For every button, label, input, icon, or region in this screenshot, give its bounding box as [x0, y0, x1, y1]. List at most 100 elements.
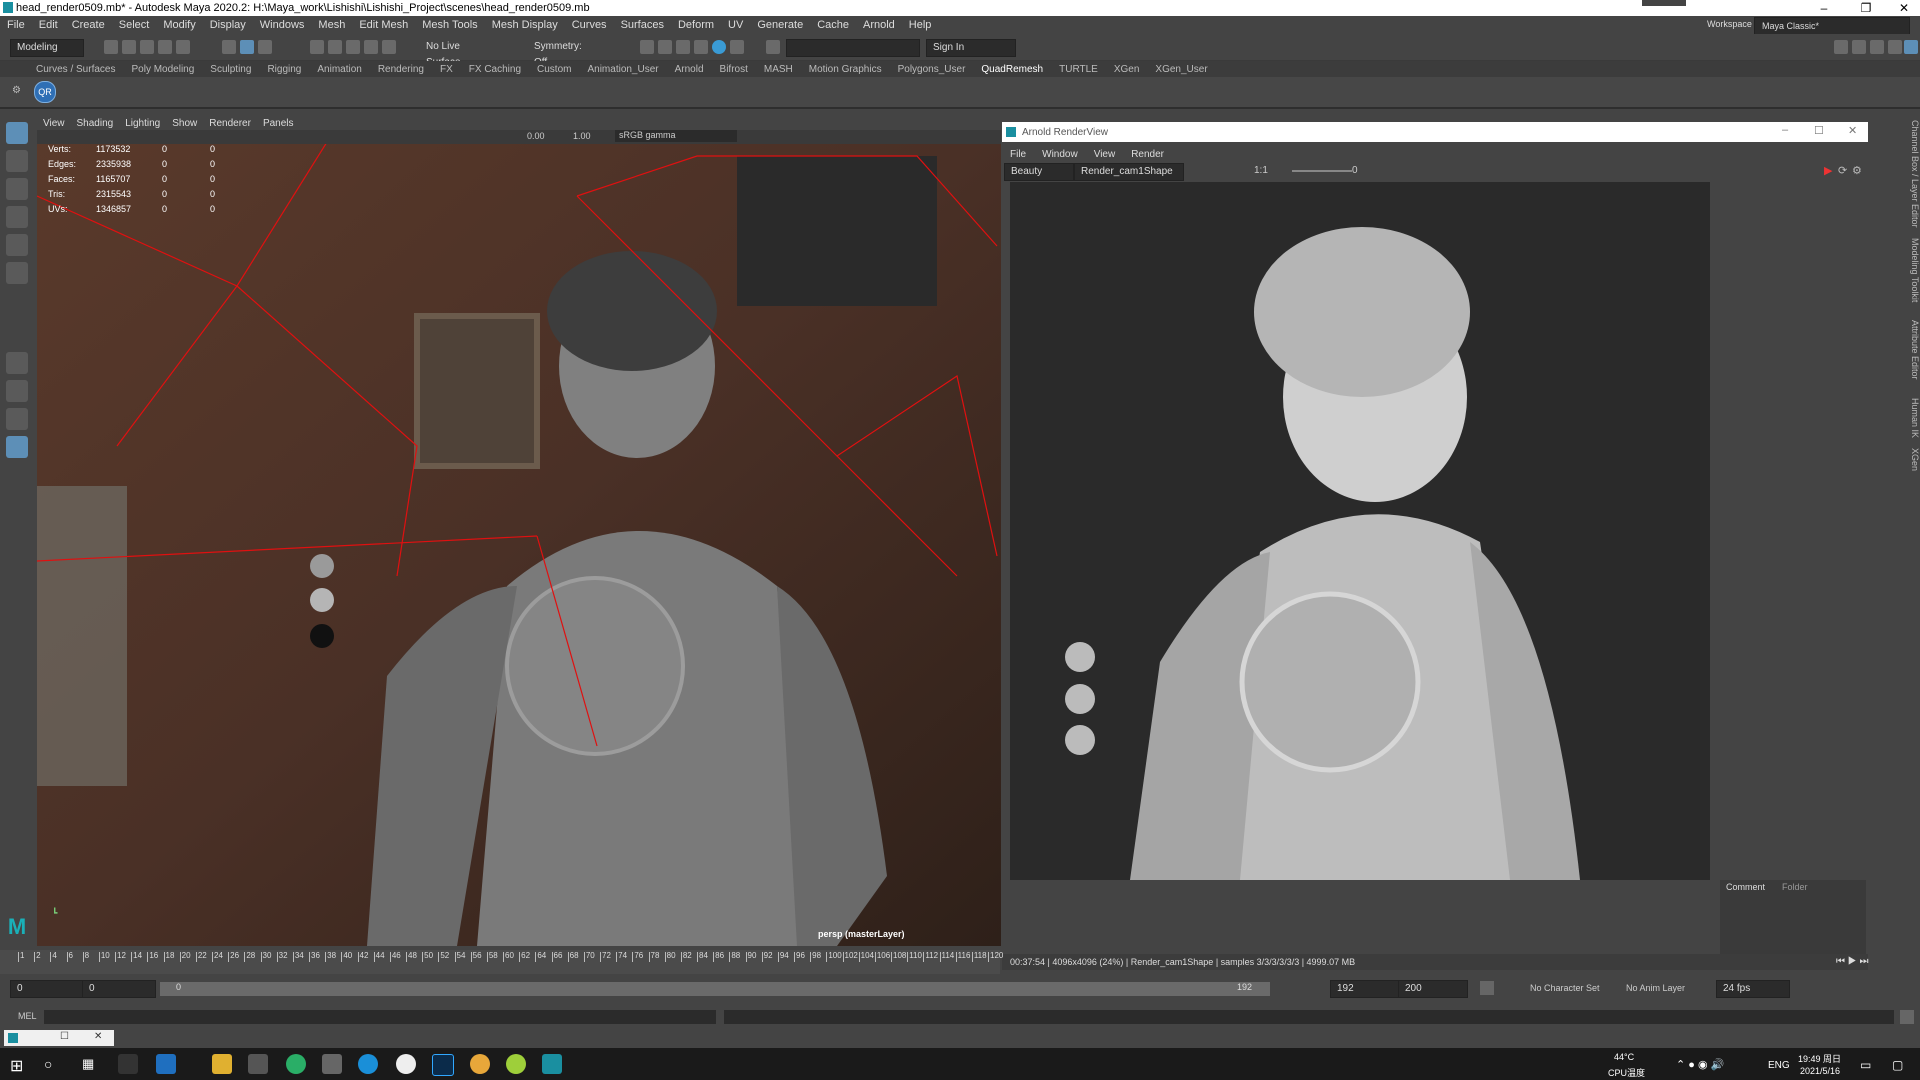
- shelf-tab-mash[interactable]: MASH: [756, 64, 801, 75]
- panel-toggle-icon[interactable]: [766, 40, 780, 54]
- render-sequence-icon[interactable]: [658, 40, 672, 54]
- file-explorer-icon[interactable]: [212, 1054, 232, 1074]
- menu-uv[interactable]: UV: [721, 19, 750, 31]
- notification-icon[interactable]: ▭: [1860, 1058, 1871, 1072]
- menu-windows[interactable]: Windows: [253, 19, 312, 31]
- menu-edit-mesh[interactable]: Edit Mesh: [352, 19, 415, 31]
- channel-box-toggle-icon[interactable]: [1904, 40, 1918, 54]
- shelf-tab-poly-modeling[interactable]: Poly Modeling: [123, 64, 202, 75]
- renderview-menu-file[interactable]: File: [1002, 149, 1034, 160]
- snap-view-icon[interactable]: [364, 40, 378, 54]
- tab-human-ik[interactable]: Human IK: [1906, 398, 1920, 438]
- anim-layer-dropdown[interactable]: No Anim Layer: [1626, 983, 1685, 993]
- end-frame-field[interactable]: 200: [1398, 980, 1468, 998]
- tab-xgen[interactable]: XGen: [1906, 448, 1920, 471]
- render-image[interactable]: [1010, 182, 1710, 880]
- move-tool-icon[interactable]: [6, 206, 28, 228]
- app-icon-1[interactable]: [118, 1054, 138, 1074]
- refresh-render-icon[interactable]: ⟳: [1838, 164, 1847, 177]
- viewport-menu-shading[interactable]: Shading: [71, 118, 120, 129]
- aov-dropdown[interactable]: Beauty: [1004, 163, 1074, 181]
- menu-cache[interactable]: Cache: [810, 19, 856, 31]
- menu-select[interactable]: Select: [112, 19, 157, 31]
- new-scene-icon[interactable]: [104, 40, 118, 54]
- shelf-tab-animation[interactable]: Animation: [309, 64, 369, 75]
- script-editor-icon[interactable]: [1900, 1010, 1914, 1024]
- shelf-settings-icon[interactable]: ⚙: [12, 85, 21, 99]
- exposure-field[interactable]: 0.00: [527, 131, 545, 141]
- shelf-tab-fx[interactable]: FX: [432, 64, 461, 75]
- undo-icon[interactable]: [158, 40, 172, 54]
- scale-tool-icon[interactable]: [6, 262, 28, 284]
- renderview-menu-render[interactable]: Render: [1123, 149, 1172, 160]
- shelf-tab-curves-surfaces[interactable]: Curves / Surfaces: [28, 64, 123, 75]
- calculator-icon[interactable]: [322, 1054, 342, 1074]
- color-space-dropdown[interactable]: sRGB gamma: [615, 130, 737, 142]
- four-view-icon[interactable]: [6, 380, 28, 402]
- symmetry-dropdown[interactable]: Symmetry: Off: [528, 39, 600, 68]
- ipr-render-icon[interactable]: [676, 40, 690, 54]
- task-view-icon[interactable]: ▦: [82, 1056, 94, 1072]
- app-icon-2[interactable]: [506, 1054, 526, 1074]
- menu-help[interactable]: Help: [902, 19, 939, 31]
- ui-toggle-icon-1[interactable]: [1834, 40, 1848, 54]
- tab-channel-box[interactable]: Channel Box / Layer Editor: [1906, 120, 1920, 228]
- tab-folder[interactable]: Folder: [1782, 882, 1808, 892]
- close-button[interactable]: ✕: [1888, 0, 1920, 16]
- open-scene-icon[interactable]: [122, 40, 136, 54]
- stop-render-icon[interactable]: ▶: [1824, 164, 1832, 177]
- search-field[interactable]: [786, 39, 920, 57]
- time-slider[interactable]: 1 2 4 6 8 10 12 14 16 18 20 22 24 26 28 30 32 34 36 38 40 42 4…: [0, 950, 1003, 974]
- menu-mesh-display[interactable]: Mesh Display: [485, 19, 565, 31]
- gamma-field[interactable]: 1.00: [573, 131, 591, 141]
- viewport-menu-panels[interactable]: Panels: [257, 118, 300, 129]
- clock-time[interactable]: 19:49 周日: [1798, 1052, 1841, 1065]
- shelf-tab-turtle[interactable]: TURTLE: [1051, 64, 1106, 75]
- play-forward-icon[interactable]: ▶: [1848, 956, 1857, 967]
- menu-deform[interactable]: Deform: [671, 19, 721, 31]
- clock-date[interactable]: 2021/5/16: [1800, 1066, 1840, 1076]
- renderview-close-button[interactable]: ✕: [1848, 124, 1857, 137]
- browser-icon[interactable]: [396, 1054, 416, 1074]
- ui-toggle-icon-2[interactable]: [1852, 40, 1866, 54]
- render-settings-icon[interactable]: [694, 40, 708, 54]
- snap-surface-icon[interactable]: [382, 40, 396, 54]
- quadremesh-button[interactable]: QR: [34, 81, 56, 103]
- sign-in-button[interactable]: Sign In: [926, 39, 1016, 57]
- paint-select-icon[interactable]: [6, 178, 28, 200]
- shelf-tab-rendering[interactable]: Rendering: [370, 64, 432, 75]
- go-to-end-icon-2[interactable]: ⏭: [1859, 956, 1868, 967]
- lasso-tool-icon[interactable]: [6, 150, 28, 172]
- pause-icon[interactable]: [730, 40, 744, 54]
- select-component-icon[interactable]: [258, 40, 272, 54]
- shelf-tab-custom[interactable]: Custom: [529, 64, 579, 75]
- menu-mesh[interactable]: Mesh: [311, 19, 352, 31]
- tab-comment[interactable]: Comment: [1726, 882, 1765, 892]
- character-set-dropdown[interactable]: No Character Set: [1530, 983, 1600, 993]
- menu-edit[interactable]: Edit: [32, 19, 65, 31]
- shelf-tab-sculpting[interactable]: Sculpting: [202, 64, 259, 75]
- shelf-tab-arnold[interactable]: Arnold: [667, 64, 712, 75]
- photoshop-icon[interactable]: [432, 1054, 454, 1076]
- search-icon[interactable]: ○: [44, 1056, 52, 1072]
- snap-point-icon[interactable]: [346, 40, 360, 54]
- tab-modeling-toolkit[interactable]: Modeling Toolkit: [1906, 238, 1920, 302]
- renderview-minimize-button[interactable]: –: [1782, 124, 1788, 136]
- rotate-tool-icon[interactable]: [6, 234, 28, 256]
- outliner-view-icon[interactable]: [6, 436, 28, 458]
- edge-icon[interactable]: [358, 1054, 378, 1074]
- fps-dropdown[interactable]: 24 fps: [1716, 980, 1790, 998]
- renderview-menu-window[interactable]: Window: [1034, 149, 1086, 160]
- menu-file[interactable]: File: [0, 19, 32, 31]
- ie-icon[interactable]: [156, 1054, 176, 1074]
- renderview-menu-view[interactable]: View: [1086, 149, 1124, 160]
- select-hierarchy-icon[interactable]: [222, 40, 236, 54]
- action-center-icon[interactable]: ▢: [1892, 1058, 1903, 1072]
- shelf-tab-xgen[interactable]: XGen: [1106, 64, 1148, 75]
- maximize-button[interactable]: ❐: [1850, 0, 1882, 16]
- ui-toggle-icon-4[interactable]: [1888, 40, 1902, 54]
- shelf-tab-xgen-user[interactable]: XGen_User: [1147, 64, 1215, 75]
- workspace-dropdown[interactable]: Maya Classic*: [1754, 17, 1910, 35]
- system-tray-icons[interactable]: ⌃ ● ◉ 🔊: [1676, 1058, 1724, 1071]
- exposure-slider[interactable]: [1292, 170, 1352, 172]
